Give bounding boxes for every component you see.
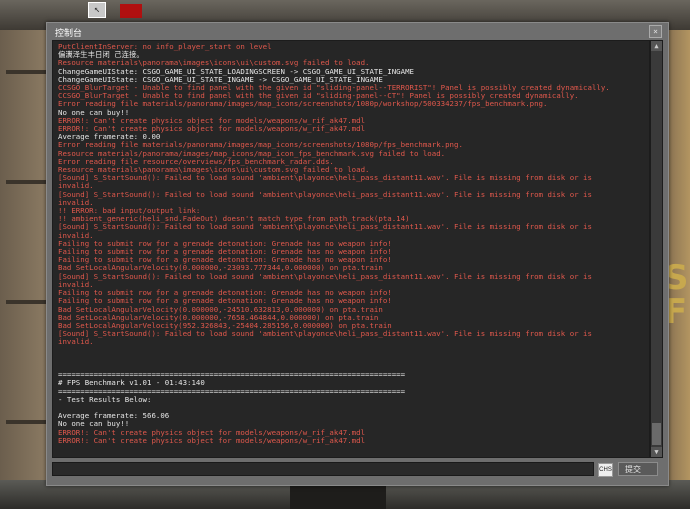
console-title: 控制台 bbox=[55, 28, 83, 38]
console-line: [Sound] S_StartSound(): Failed to load s… bbox=[58, 329, 592, 339]
close-button[interactable]: × bbox=[649, 25, 662, 38]
cursor-icon: ↖ bbox=[88, 2, 106, 18]
ime-indicator[interactable]: CHS bbox=[598, 463, 613, 477]
left-wall bbox=[0, 30, 50, 509]
command-row: CHS 提交 bbox=[52, 462, 664, 478]
console-line: PutClientInServer: no info_player_start … bbox=[58, 42, 272, 51]
scrollbar[interactable]: ▲ ▼ bbox=[650, 40, 663, 458]
console-output: PutClientInServer: no info_player_start … bbox=[52, 40, 650, 458]
console-line: Error reading file materials/panorama/im… bbox=[58, 99, 548, 109]
console-line: ERROR!: Can't create physics object for … bbox=[58, 435, 366, 445]
console-line: [Sound] S_StartSound(): Failed to load s… bbox=[58, 271, 592, 281]
scroll-down-icon[interactable]: ▼ bbox=[651, 447, 662, 457]
wall-stripe bbox=[6, 300, 46, 304]
scroll-thumb[interactable] bbox=[652, 423, 661, 445]
wall-stripe bbox=[6, 70, 46, 74]
wall-stripe bbox=[6, 420, 46, 424]
console-line: Average framerate: 566.06 bbox=[58, 411, 170, 421]
console-line: [Sound] S_StartSound(): Failed to load s… bbox=[58, 173, 592, 183]
console-lines: PutClientInServer: no info_player_start … bbox=[58, 42, 645, 445]
scroll-up-icon[interactable]: ▲ bbox=[651, 41, 662, 51]
command-input[interactable] bbox=[52, 462, 594, 476]
console-line: - Test Results Below: bbox=[58, 394, 152, 404]
console-line: [Sound] S_StartSound(): Failed to load s… bbox=[58, 189, 592, 199]
console-line: invalid. bbox=[58, 337, 94, 347]
submit-button[interactable]: 提交 bbox=[618, 462, 658, 476]
hud-indicator bbox=[120, 4, 142, 18]
console-line: [Sound] S_StartSound(): Failed to load s… bbox=[58, 222, 592, 232]
console-window: 控制台 × PutClientInServer: no info_player_… bbox=[46, 22, 669, 486]
console-titlebar[interactable]: 控制台 × bbox=[47, 23, 668, 40]
wall-stripe bbox=[6, 180, 46, 184]
